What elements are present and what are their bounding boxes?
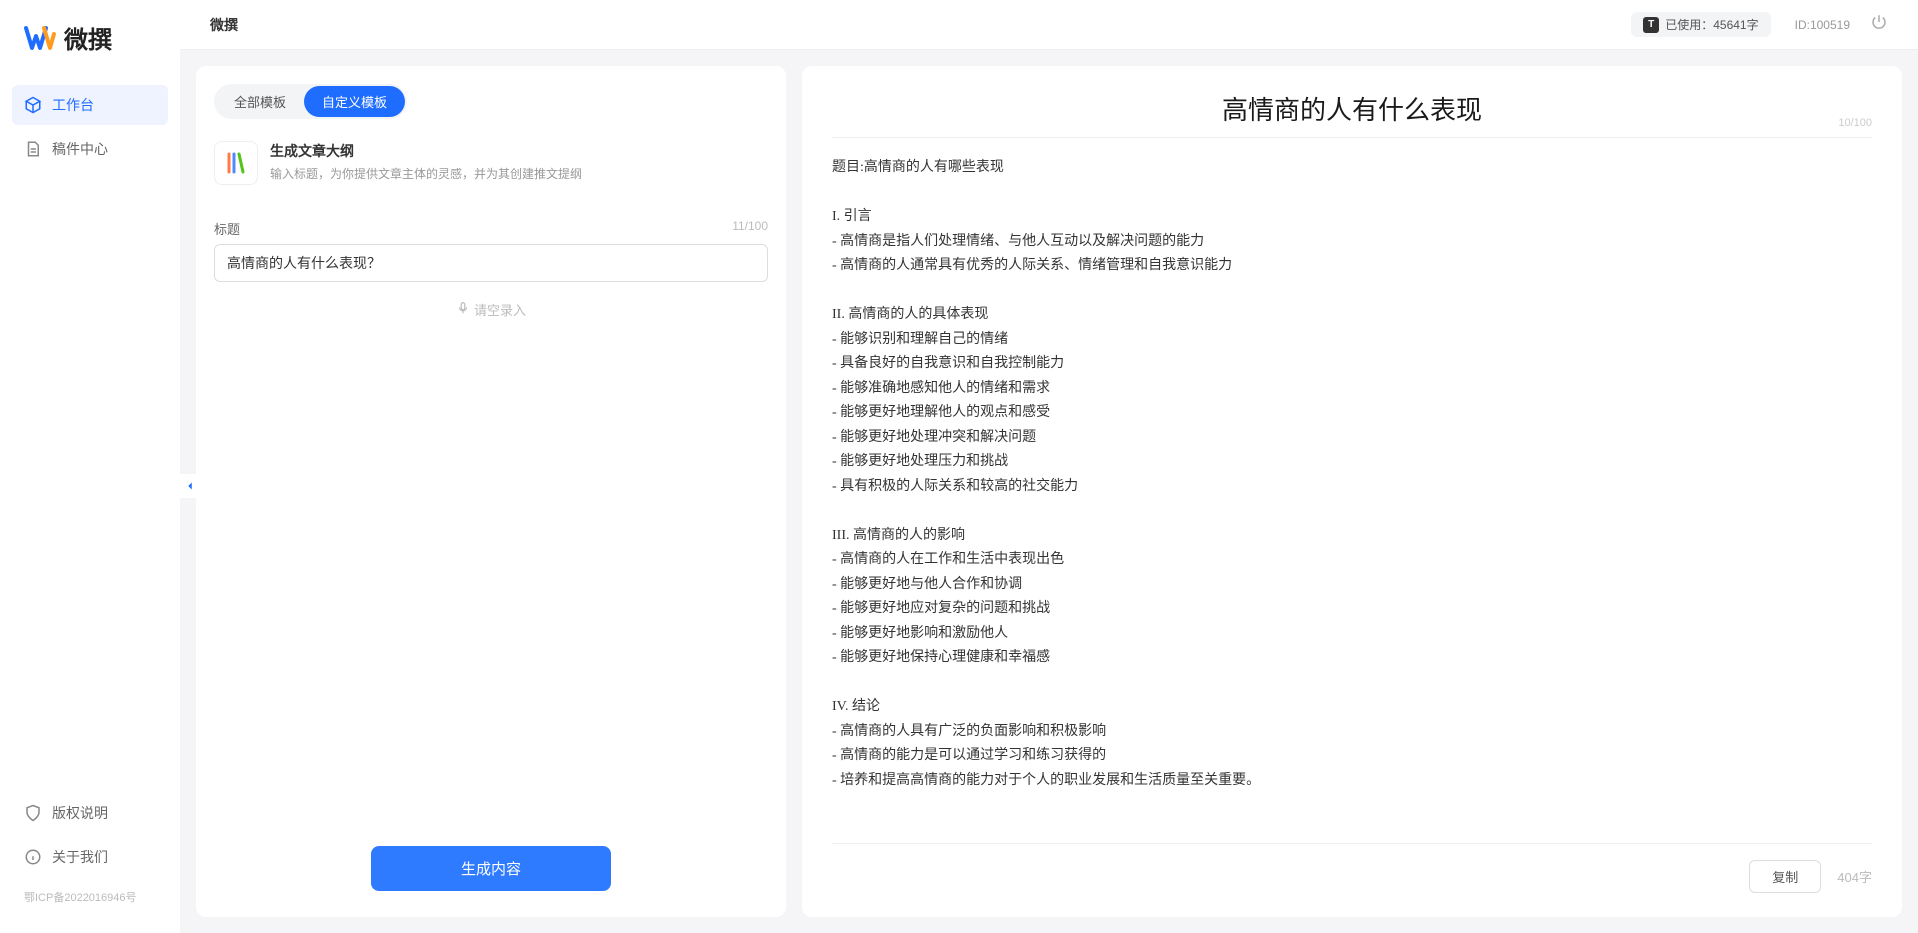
shield-icon [24,804,42,822]
mic-icon [456,301,470,318]
title-field-label-row: 标题 11/100 [214,219,768,238]
usage-value: 45641字 [1713,16,1758,33]
nav-item-about[interactable]: 关于我们 [12,837,168,877]
template-card: 生成文章大纲 输入标题，为你提供文章主体的灵感，并为其创建推文提纲 [214,137,768,203]
topbar: 微撰 T 已使用： 45641字 ID:100519 [180,0,1918,50]
output-heading-counter: 10/100 [1838,117,1872,129]
logo-icon [24,22,56,54]
voice-input-label: 请空录入 [474,300,526,319]
left-panel: 全部模板 自定义模板 生成文章大纲 输入标题，为你提供文章主体的灵感，并为其创建… [196,66,786,917]
title-field-label: 标题 [214,219,240,238]
usage-pill: T 已使用： 45641字 [1631,12,1770,37]
template-desc: 输入标题，为你提供文章主体的灵感，并为其创建推文提纲 [270,165,582,182]
output-header: 高情商的人有什么表现 10/100 [832,90,1872,138]
right-panel: 高情商的人有什么表现 10/100 题目:高情商的人有哪些表现 I. 引言 - … [802,66,1902,917]
cube-icon [24,96,42,114]
tab-custom-templates[interactable]: 自定义模板 [304,86,405,117]
output-title: 高情商的人有什么表现 [832,90,1872,127]
nav: 工作台 稿件中心 [0,85,180,793]
nav-item-label: 版权说明 [52,803,108,823]
power-icon[interactable] [1870,13,1888,36]
user-id: ID:100519 [1795,18,1850,32]
info-icon [24,848,42,866]
nav-item-label: 稿件中心 [52,139,108,159]
template-tabs: 全部模板 自定义模板 [214,84,407,119]
generate-button[interactable]: 生成内容 [371,846,611,891]
template-info: 生成文章大纲 输入标题，为你提供文章主体的灵感，并为其创建推文提纲 [270,141,582,182]
logo-text: 微撰 [64,20,112,55]
usage-label: 已使用： [1665,16,1713,33]
app-name: 微撰 [210,15,1631,35]
template-thumb-icon [214,141,258,185]
voice-input-button[interactable]: 请空录入 [214,300,768,319]
output-footer: 复制 404字 [832,843,1872,893]
sidebar-footer: 版权说明 关于我们 鄂ICP备2022016946号 [0,793,180,913]
workspace: 全部模板 自定义模板 生成文章大纲 输入标题，为你提供文章主体的灵感，并为其创建… [180,50,1918,933]
title-field-counter: 11/100 [732,219,768,238]
copy-button[interactable]: 复制 [1749,860,1821,893]
template-title: 生成文章大纲 [270,141,582,161]
nav-item-workbench[interactable]: 工作台 [12,85,168,125]
nav-item-copyright[interactable]: 版权说明 [12,793,168,833]
nav-item-label: 工作台 [52,95,94,115]
output-word-count: 404字 [1837,867,1872,886]
output-body[interactable]: 题目:高情商的人有哪些表现 I. 引言 - 高情商是指人们处理情绪、与他人互动以… [832,156,1872,831]
main: 微撰 T 已使用： 45641字 ID:100519 全部模板 自定义模板 [180,0,1918,933]
title-input[interactable] [214,244,768,282]
text-icon: T [1643,17,1659,33]
icp-text: 鄂ICP备2022016946号 [12,881,168,913]
tab-all-templates[interactable]: 全部模板 [216,86,304,117]
logo: 微撰 [0,20,180,85]
nav-item-drafts[interactable]: 稿件中心 [12,129,168,169]
document-icon [24,140,42,158]
sidebar-collapse-handle[interactable] [180,474,200,498]
sidebar: 微撰 工作台 稿件中心 版权说明 [0,0,180,933]
nav-item-label: 关于我们 [52,847,108,867]
